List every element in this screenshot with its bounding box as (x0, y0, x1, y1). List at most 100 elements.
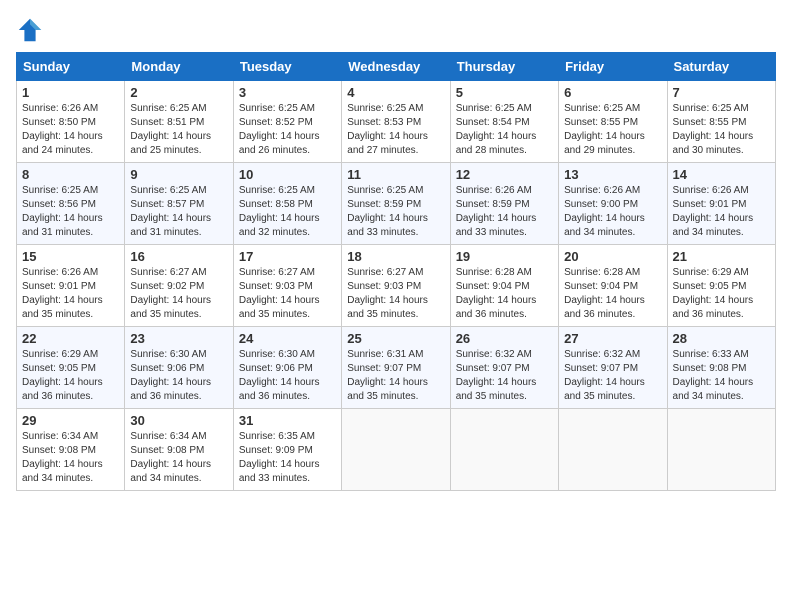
col-monday: Monday (125, 53, 233, 81)
table-row: 29Sunrise: 6:34 AM Sunset: 9:08 PM Dayli… (17, 409, 125, 491)
day-number: 17 (239, 249, 336, 264)
day-info: Sunrise: 6:34 AM Sunset: 9:08 PM Dayligh… (130, 430, 227, 486)
table-row: 9Sunrise: 6:25 AM Sunset: 8:57 PM Daylig… (125, 163, 233, 245)
calendar-table: Sunday Monday Tuesday Wednesday Thursday… (16, 52, 776, 491)
day-number: 31 (239, 413, 336, 428)
day-number: 7 (673, 85, 770, 100)
table-row: 26 Sunrise: 6:32 AM Sunset: 9:07 PM Dayli… (450, 327, 558, 409)
day-info: Sunrise: 6:27 AM Sunset: 9:03 PM Dayligh… (239, 266, 336, 322)
day-info: Sunrise: 6:27 AM Sunset: 9:03 PM Dayligh… (347, 266, 444, 322)
table-row (342, 409, 450, 491)
day-number: 4 (347, 85, 444, 100)
day-info: Sunrise: 6:25 AM Sunset: 8:59 PM Dayligh… (347, 184, 444, 240)
calendar-week-row: 22 Sunrise: 6:29 AM Sunset: 9:05 PM Dayli… (17, 327, 776, 409)
day-info: Sunrise: 6:25 AM Sunset: 8:53 PM Dayligh… (347, 102, 444, 158)
table-row: 24 Sunrise: 6:30 AM Sunset: 9:06 PM Dayli… (233, 327, 341, 409)
day-number: 2 (130, 85, 227, 100)
day-number: 16 (130, 249, 227, 264)
table-row: 3 Sunrise: 6:25 AM Sunset: 8:52 PM Daylig… (233, 81, 341, 163)
day-info: Sunrise: 6:28 AM Sunset: 9:04 PM Dayligh… (564, 266, 661, 322)
header (16, 16, 776, 44)
day-info: Sunrise: 6:32 AM Sunset: 9:07 PM Dayligh… (564, 348, 661, 404)
table-row: 17 Sunrise: 6:27 AM Sunset: 9:03 PM Dayli… (233, 245, 341, 327)
table-row: 30 Sunrise: 6:34 AM Sunset: 9:08 PM Dayli… (125, 409, 233, 491)
day-number: 5 (456, 85, 553, 100)
col-tuesday: Tuesday (233, 53, 341, 81)
col-sunday: Sunday (17, 53, 125, 81)
table-row: 4 Sunrise: 6:25 AM Sunset: 8:53 PM Daylig… (342, 81, 450, 163)
calendar-week-row: 29 Sunrise: 6:34 AM Sunset: 9:08 PM Dayli… (17, 409, 776, 491)
day-info: Sunrise: 6:35 AM Sunset: 9:09 PM Dayligh… (239, 430, 336, 486)
calendar-header-row: Sunday Monday Tuesday Wednesday Thursday… (17, 53, 776, 81)
day-info: Sunrise: 6:25 AM Sunset: 8:55 PM Dayligh… (564, 102, 661, 158)
table-row: 28 Sunrise: 6:33 AM Sunset: 9:08 PM Dayli… (667, 327, 775, 409)
day-info: Sunrise: 6:31 AM Sunset: 9:07 PM Dayligh… (347, 348, 444, 404)
day-number: 19 (456, 249, 553, 264)
table-row: 16 Sunrise: 6:27 AM Sunset: 9:02 PM Dayli… (125, 245, 233, 327)
day-info: Sunrise: 6:28 AM Sunset: 9:04 PM Dayligh… (456, 266, 553, 322)
day-info: Sunrise: 6:25 AM Sunset: 8:55 PM Dayligh… (673, 102, 770, 158)
day-info: Sunrise: 6:25 AM Sunset: 8:56 PM Dayligh… (22, 184, 119, 240)
day-number: 11 (347, 167, 444, 182)
day-number: 25 (347, 331, 444, 346)
table-row: 10 Sunrise: 6:25 AM Sunset: 8:58 PM Dayli… (233, 163, 341, 245)
table-row (559, 409, 667, 491)
day-number: 24 (239, 331, 336, 346)
table-row: 1 Sunrise: 6:26 AM Sunset: 8:50 PM Daylig… (17, 81, 125, 163)
table-row: 12 Sunrise: 6:26 AM Sunset: 8:59 PM Dayli… (450, 163, 558, 245)
calendar-week-row: 8Sunrise: 6:25 AM Sunset: 8:56 PM Daylig… (17, 163, 776, 245)
day-info: Sunrise: 6:26 AM Sunset: 9:01 PM Dayligh… (673, 184, 770, 240)
table-row: 18Sunrise: 6:27 AM Sunset: 9:03 PM Dayli… (342, 245, 450, 327)
day-number: 3 (239, 85, 336, 100)
day-number: 12 (456, 167, 553, 182)
day-info: Sunrise: 6:26 AM Sunset: 8:59 PM Dayligh… (456, 184, 553, 240)
page-container: Sunday Monday Tuesday Wednesday Thursday… (0, 0, 792, 499)
col-friday: Friday (559, 53, 667, 81)
day-number: 15 (22, 249, 119, 264)
day-number: 27 (564, 331, 661, 346)
day-number: 28 (673, 331, 770, 346)
table-row: 19 Sunrise: 6:28 AM Sunset: 9:04 PM Dayli… (450, 245, 558, 327)
table-row: 5 Sunrise: 6:25 AM Sunset: 8:54 PM Daylig… (450, 81, 558, 163)
day-info: Sunrise: 6:32 AM Sunset: 9:07 PM Dayligh… (456, 348, 553, 404)
day-info: Sunrise: 6:25 AM Sunset: 8:58 PM Dayligh… (239, 184, 336, 240)
table-row: 8Sunrise: 6:25 AM Sunset: 8:56 PM Daylig… (17, 163, 125, 245)
logo (16, 16, 48, 44)
logo-icon (16, 16, 44, 44)
day-number: 30 (130, 413, 227, 428)
day-number: 10 (239, 167, 336, 182)
table-row: 23Sunrise: 6:30 AM Sunset: 9:06 PM Dayli… (125, 327, 233, 409)
day-number: 9 (130, 167, 227, 182)
table-row: 7 Sunrise: 6:25 AM Sunset: 8:55 PM Daylig… (667, 81, 775, 163)
day-number: 26 (456, 331, 553, 346)
day-info: Sunrise: 6:25 AM Sunset: 8:51 PM Dayligh… (130, 102, 227, 158)
day-info: Sunrise: 6:26 AM Sunset: 9:00 PM Dayligh… (564, 184, 661, 240)
day-number: 13 (564, 167, 661, 182)
table-row: 31 Sunrise: 6:35 AM Sunset: 9:09 PM Dayli… (233, 409, 341, 491)
col-thursday: Thursday (450, 53, 558, 81)
day-number: 14 (673, 167, 770, 182)
day-info: Sunrise: 6:25 AM Sunset: 8:54 PM Dayligh… (456, 102, 553, 158)
table-row: 25 Sunrise: 6:31 AM Sunset: 9:07 PM Dayli… (342, 327, 450, 409)
day-info: Sunrise: 6:26 AM Sunset: 9:01 PM Dayligh… (22, 266, 119, 322)
day-number: 1 (22, 85, 119, 100)
day-info: Sunrise: 6:30 AM Sunset: 9:06 PM Dayligh… (239, 348, 336, 404)
day-info: Sunrise: 6:25 AM Sunset: 8:52 PM Dayligh… (239, 102, 336, 158)
day-number: 23 (130, 331, 227, 346)
table-row: 13 Sunrise: 6:26 AM Sunset: 9:00 PM Dayli… (559, 163, 667, 245)
day-number: 6 (564, 85, 661, 100)
day-info: Sunrise: 6:26 AM Sunset: 8:50 PM Dayligh… (22, 102, 119, 158)
day-info: Sunrise: 6:29 AM Sunset: 9:05 PM Dayligh… (22, 348, 119, 404)
day-number: 29 (22, 413, 119, 428)
day-info: Sunrise: 6:33 AM Sunset: 9:08 PM Dayligh… (673, 348, 770, 404)
day-info: Sunrise: 6:27 AM Sunset: 9:02 PM Dayligh… (130, 266, 227, 322)
day-info: Sunrise: 6:29 AM Sunset: 9:05 PM Dayligh… (673, 266, 770, 322)
table-row (667, 409, 775, 491)
table-row: 14 Sunrise: 6:26 AM Sunset: 9:01 PM Dayli… (667, 163, 775, 245)
table-row: 15 Sunrise: 6:26 AM Sunset: 9:01 PM Dayli… (17, 245, 125, 327)
table-row: 22 Sunrise: 6:29 AM Sunset: 9:05 PM Dayli… (17, 327, 125, 409)
table-row: 11 Sunrise: 6:25 AM Sunset: 8:59 PM Dayli… (342, 163, 450, 245)
day-number: 20 (564, 249, 661, 264)
table-row: 27 Sunrise: 6:32 AM Sunset: 9:07 PM Dayli… (559, 327, 667, 409)
day-number: 22 (22, 331, 119, 346)
